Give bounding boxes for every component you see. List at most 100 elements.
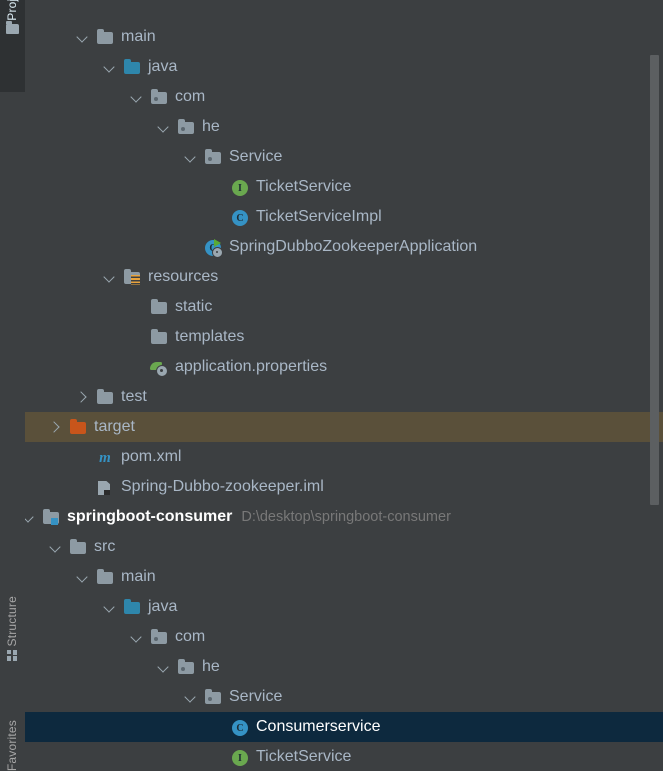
tree-row-label: templates	[175, 322, 244, 352]
folder-icon	[69, 539, 87, 555]
chevron-down-icon[interactable]	[157, 660, 171, 674]
tree-row[interactable]: templates	[25, 322, 663, 352]
folder-icon	[6, 24, 19, 34]
tree-row[interactable]: resources	[25, 262, 663, 292]
tree-row-label: springboot-consumer	[67, 502, 232, 532]
tree-row[interactable]: src	[25, 532, 663, 562]
tree-row[interactable]: target	[25, 412, 663, 442]
interface-icon: I	[231, 179, 249, 195]
tree-row-label: application.properties	[175, 352, 327, 382]
sidebar-tab-favorites-label: Favorites	[0, 720, 25, 771]
chevron-down-icon[interactable]	[25, 510, 36, 524]
structure-icon	[7, 650, 18, 661]
tree-row[interactable]: static	[25, 292, 663, 322]
tree-row-label: he	[202, 112, 220, 142]
tree-row[interactable]: he	[25, 652, 663, 682]
tree-row-path: D:\desktop\springboot-consumer	[241, 509, 451, 525]
package-folder-icon	[204, 149, 222, 165]
package-folder-icon	[177, 659, 195, 675]
tree-row-label: src	[120, 0, 141, 7]
chevron-down-icon[interactable]	[157, 120, 171, 134]
tree-row-label: Service	[229, 142, 282, 172]
tree-row-clipped[interactable]: src	[25, 0, 663, 7]
sidebar-tab-project[interactable]: Project	[0, 0, 25, 92]
tree-row[interactable]: com	[25, 622, 663, 652]
tree-row[interactable]: Service	[25, 142, 663, 172]
tree-row-label: Consumerservice	[256, 712, 380, 742]
sidebar-tab-structure-label: Structure	[0, 596, 25, 647]
chevron-right-icon[interactable]	[49, 420, 63, 434]
tree-row[interactable]: C SpringDubboZookeeperApplication	[25, 232, 663, 262]
chevron-down-icon[interactable]	[103, 270, 117, 284]
tree-row-label: com	[175, 622, 205, 652]
tree-row[interactable]: ITicketService	[25, 742, 663, 771]
folder-icon	[96, 29, 114, 45]
chevron-down-icon[interactable]	[76, 570, 90, 584]
chevron-down-icon[interactable]	[76, 30, 90, 44]
tree-row[interactable]: com	[25, 82, 663, 112]
folder-icon	[96, 389, 114, 405]
tree-row-label: src	[94, 532, 115, 562]
tree-row-label: Spring-Dubbo-zookeeper.iml	[121, 472, 324, 502]
folder-icon	[96, 569, 114, 585]
source-folder-icon	[123, 599, 141, 615]
folder-icon	[150, 329, 168, 345]
tree-row[interactable]: java	[25, 52, 663, 82]
tree-row[interactable]: application.properties	[25, 352, 663, 382]
runnable-class-icon: C	[204, 239, 222, 255]
tree-row-label: TicketServiceImpl	[256, 202, 382, 232]
chevron-down-icon[interactable]	[49, 540, 63, 554]
tree-row[interactable]: Service	[25, 682, 663, 712]
tree-row[interactable]: C Consumerservice	[25, 712, 663, 742]
tree-row-label: he	[202, 652, 220, 682]
module-file-icon	[96, 479, 114, 495]
vertical-scrollbar[interactable]	[650, 55, 659, 505]
chevron-down-icon[interactable]	[184, 690, 198, 704]
class-icon: C	[231, 719, 249, 735]
tree-row[interactable]: m pom.xml	[25, 442, 663, 472]
package-folder-icon	[204, 689, 222, 705]
tree-row-label: main	[121, 562, 156, 592]
package-folder-icon	[177, 119, 195, 135]
tree-row[interactable]: C TicketServiceImpl	[25, 202, 663, 232]
module-folder-icon	[42, 509, 60, 525]
tree-row[interactable]: test	[25, 382, 663, 412]
tree-row[interactable]: springboot-consumer D:\desktop\springboot…	[25, 502, 663, 532]
tree-row[interactable]: I TicketService	[25, 172, 663, 202]
tree-row[interactable]: he	[25, 112, 663, 142]
tree-row-label: target	[94, 412, 135, 442]
tool-window-tab-strip: Project Structure Favorites	[0, 0, 26, 771]
tree-row-label: SpringDubboZookeeperApplication	[229, 232, 477, 262]
resources-folder-icon	[123, 269, 141, 285]
tree-row-label: Service	[229, 682, 282, 712]
tree-row-label: main	[121, 22, 156, 52]
tree-row-label: pom.xml	[121, 442, 181, 472]
chevron-down-icon[interactable]	[184, 150, 198, 164]
package-folder-icon	[150, 629, 168, 645]
tree-row[interactable]: main	[25, 22, 663, 52]
sidebar-tab-structure[interactable]: Structure	[0, 596, 25, 711]
tree-row[interactable]: java	[25, 592, 663, 622]
maven-file-icon: m	[96, 449, 114, 465]
class-icon: C	[231, 209, 249, 225]
tree-row-label: test	[121, 382, 147, 412]
chevron-down-icon[interactable]	[130, 90, 144, 104]
chevron-down-icon[interactable]	[103, 600, 117, 614]
tree-row-label: TicketService	[256, 172, 351, 202]
tree-row[interactable]: main	[25, 562, 663, 592]
tree-row-label: static	[175, 292, 212, 322]
project-tool-window: Project Structure Favorites	[0, 0, 663, 771]
properties-file-icon	[150, 359, 168, 375]
tree-row[interactable]: Spring-Dubbo-zookeeper.iml	[25, 472, 663, 502]
chevron-right-icon[interactable]	[76, 390, 90, 404]
excluded-folder-icon	[69, 419, 87, 435]
package-folder-icon	[150, 89, 168, 105]
project-tree[interactable]: src mainjavacomheServiceITicketServiceCT…	[25, 0, 663, 771]
source-folder-icon	[123, 59, 141, 75]
sidebar-tab-favorites[interactable]: Favorites	[0, 720, 25, 771]
tree-row-label: com	[175, 82, 205, 112]
chevron-down-icon[interactable]	[103, 60, 117, 74]
tree-row-label: TicketService	[256, 742, 351, 771]
chevron-down-icon[interactable]	[130, 630, 144, 644]
tree-row-label: java	[148, 592, 177, 622]
